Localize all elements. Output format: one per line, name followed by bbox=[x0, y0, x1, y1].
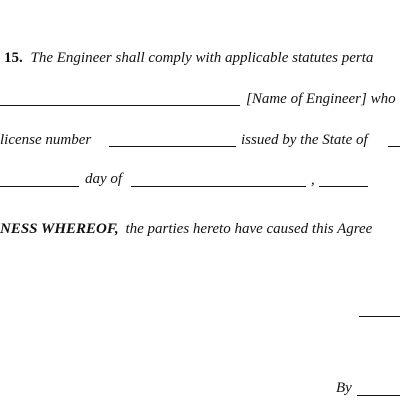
month-blank[interactable] bbox=[131, 186, 306, 187]
engineer-name-blank[interactable] bbox=[0, 105, 240, 106]
issued-by-state-label: issued by the State of bbox=[241, 132, 368, 148]
clause-line: 15. The Engineer shall comply with appli… bbox=[4, 49, 373, 67]
witness-text: the parties hereto have caused this Agre… bbox=[125, 221, 373, 237]
witness-line: NESS WHEREOF, the parties hereto have ca… bbox=[0, 220, 372, 238]
year-blank[interactable] bbox=[319, 186, 368, 187]
clause-text: The Engineer shall comply with applicabl… bbox=[30, 50, 374, 66]
clause-number: 15. bbox=[4, 50, 23, 66]
date-comma: , bbox=[311, 172, 315, 188]
engineer-name-label: [Name of Engineer] who bbox=[246, 91, 396, 107]
day-blank[interactable] bbox=[0, 186, 79, 187]
day-of-label: day of bbox=[85, 171, 123, 187]
witness-lead: NESS WHEREOF, bbox=[0, 221, 119, 237]
state-blank[interactable] bbox=[388, 146, 400, 147]
license-number-label: license number bbox=[0, 132, 92, 148]
signature-party-blank[interactable] bbox=[359, 316, 400, 317]
license-number-blank[interactable] bbox=[109, 146, 236, 147]
by-label: By bbox=[336, 380, 352, 396]
by-signature-blank[interactable] bbox=[357, 395, 400, 396]
